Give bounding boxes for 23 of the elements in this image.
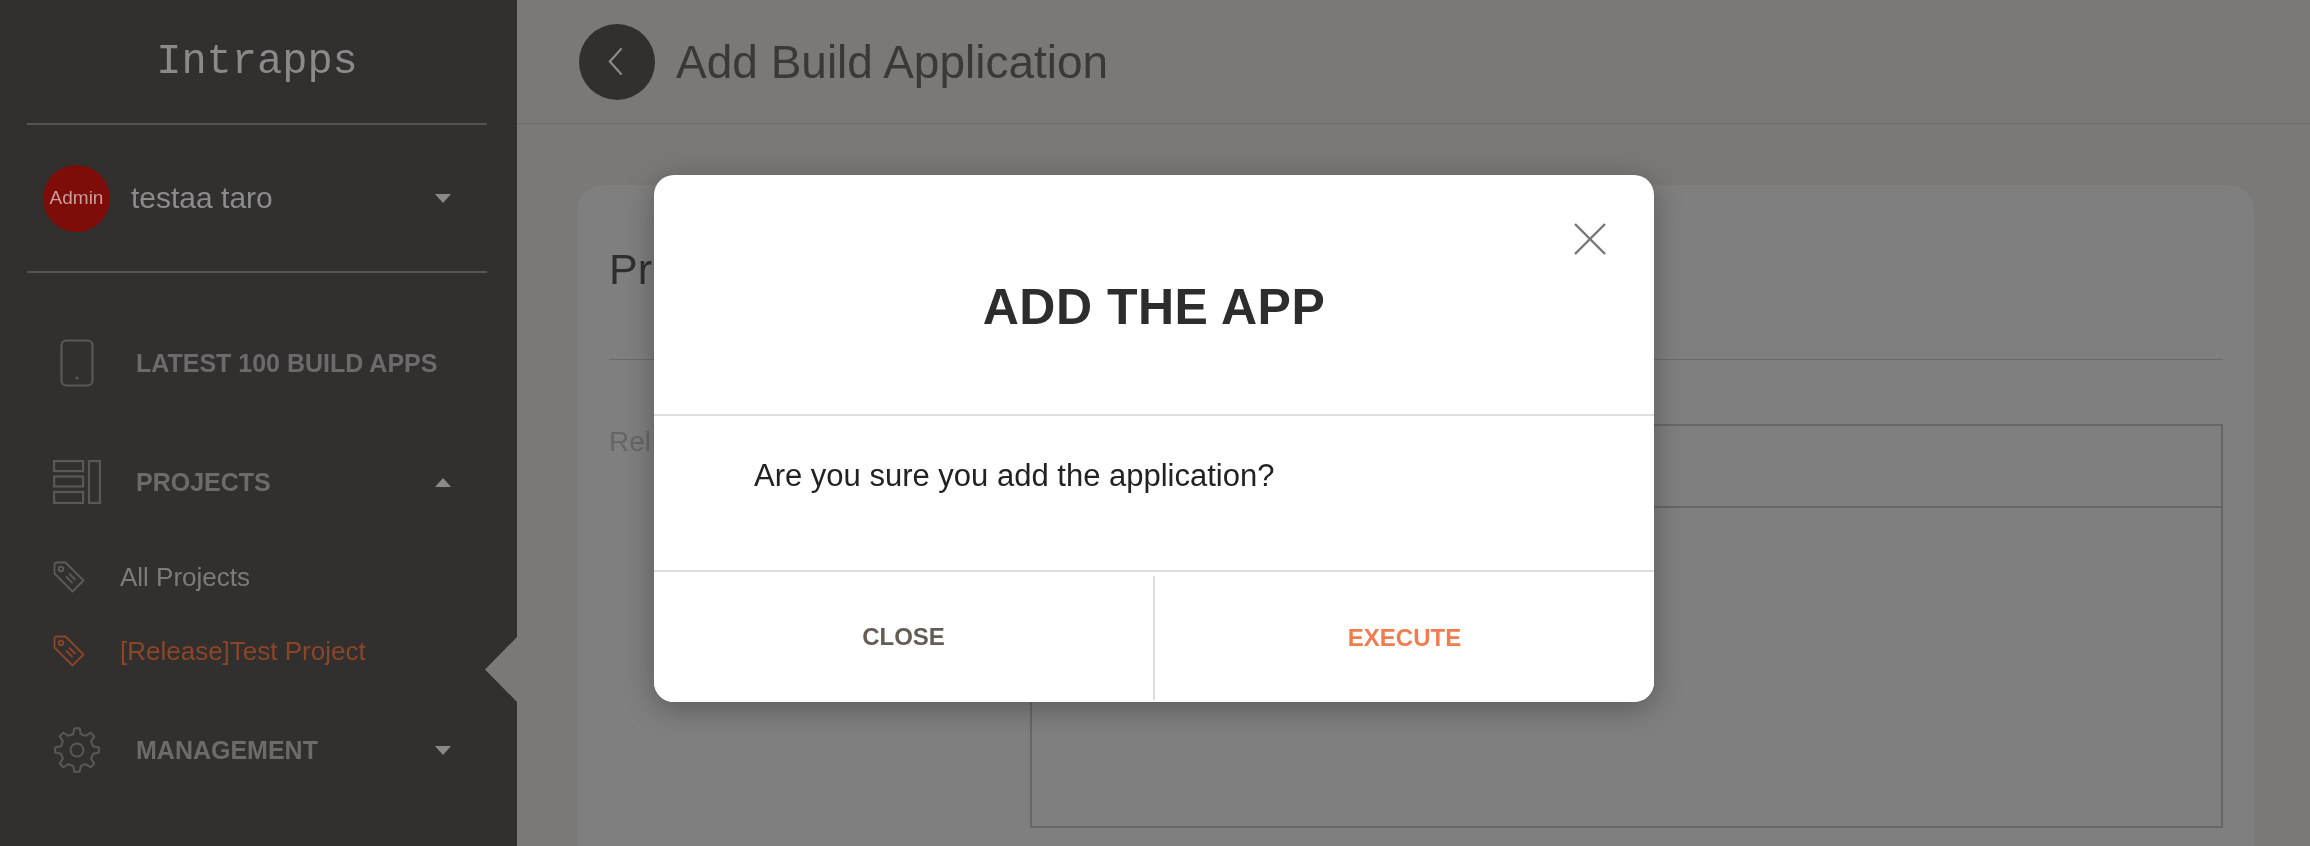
page-title: Add Build Application (676, 34, 1109, 89)
close-icon[interactable] (1574, 223, 1606, 255)
list-icon (53, 460, 101, 504)
settings-icon (53, 726, 101, 774)
nav-item[interactable]: LATEST 100 BUILD APPS (53, 326, 451, 400)
card-title: Pr (609, 244, 652, 295)
sidebar-item[interactable]: [Release]Test Project (53, 635, 366, 667)
caret-down-icon[interactable] (435, 193, 451, 203)
app-logo: Intrapps (156, 36, 358, 87)
close-button[interactable]: CLOSE (654, 572, 1153, 702)
nav-item[interactable]: MANAGEMENT (53, 713, 451, 787)
selected-indicator (485, 637, 517, 702)
user-name: testaa taro (131, 180, 273, 216)
dialog-message: Are you sure you add the application? (754, 458, 1275, 494)
tag-icon (53, 635, 85, 667)
tag-icon (53, 561, 85, 593)
phone-icon (60, 339, 94, 387)
execute-button[interactable]: EXECUTE (1153, 576, 1654, 700)
nav-item[interactable]: PROJECTS (53, 445, 451, 519)
chevron-left-icon (608, 47, 623, 76)
role-badge: Admin (43, 164, 110, 232)
sidebar-item[interactable]: All Projects (53, 561, 251, 593)
dialog-title: ADD THE APP (982, 278, 1326, 337)
